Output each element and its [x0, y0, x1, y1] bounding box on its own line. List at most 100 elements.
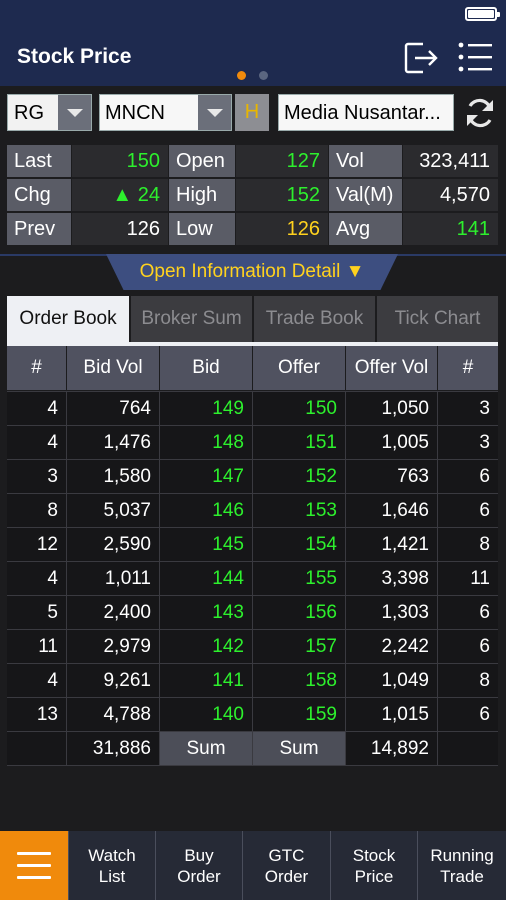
offer-vol-cell: 2,242 — [346, 630, 437, 664]
nav-buy-order[interactable]: Buy Order — [155, 831, 242, 900]
high-label: High — [169, 179, 235, 211]
bid-vol-cell: 4,788 — [67, 698, 159, 732]
total-offer-vol: 14,892 — [346, 732, 437, 766]
offer-count-cell: 11 — [438, 562, 498, 596]
nav-running-trade[interactable]: Running Trade — [417, 831, 506, 900]
status-bar — [0, 0, 506, 28]
tab-trade-book[interactable]: Trade Book — [254, 296, 375, 342]
chg-value: ▲ 24 — [72, 179, 168, 211]
company-name-field[interactable]: Media Nusantar... — [278, 94, 454, 131]
open-label: Open — [169, 145, 235, 177]
history-button[interactable]: H — [235, 94, 269, 131]
column-divider — [66, 392, 67, 766]
logout-icon[interactable] — [403, 41, 439, 75]
stock-selector-row: RG MNCN H Media Nusantar... — [0, 86, 506, 140]
avg-value: 141 — [403, 213, 498, 245]
offer-count-cell: 6 — [438, 630, 498, 664]
chevron-down-icon[interactable] — [198, 95, 231, 130]
bid-price-cell[interactable]: 148 — [160, 426, 252, 460]
bid-vol-cell: 1,580 — [67, 460, 159, 494]
bid-price-cell[interactable]: 140 — [160, 698, 252, 732]
bid-vol-cell: 5,037 — [67, 494, 159, 528]
offer-price-cell[interactable]: 158 — [253, 664, 345, 698]
offer-count-cell: 3 — [438, 426, 498, 460]
refresh-icon[interactable] — [462, 96, 498, 130]
stock-code-input[interactable]: MNCN — [99, 94, 232, 131]
nav-running-trade-label: Running Trade — [430, 845, 494, 886]
tab-tick-chart[interactable]: Tick Chart — [377, 296, 498, 342]
bid-price-cell[interactable]: 144 — [160, 562, 252, 596]
avg-label: Avg — [329, 213, 402, 245]
offer-vol-cell: 1,646 — [346, 494, 437, 528]
battery-icon — [465, 7, 500, 21]
offer-price-cell[interactable]: 151 — [253, 426, 345, 460]
info-toggle-area: Open Information Detail ▼ — [0, 250, 506, 290]
hamburger-icon — [17, 864, 51, 867]
offer-count-cell: 6 — [438, 460, 498, 494]
column-divider — [437, 392, 438, 766]
detail-tabs: Order Book Broker Sum Trade Book Tick Ch… — [7, 296, 498, 342]
page-dot-inactive — [259, 71, 268, 80]
offer-count-cell: 6 — [438, 596, 498, 630]
bottom-navigation: Watch List Buy Order GTC Order Stock Price Runni… — [0, 831, 506, 900]
column-divider — [159, 392, 160, 766]
menu-list-icon[interactable] — [457, 41, 493, 73]
offer-price-cell[interactable]: 150 — [253, 392, 345, 426]
open-information-detail-button[interactable]: Open Information Detail ▼ — [106, 254, 398, 290]
bid-price-cell[interactable]: 147 — [160, 460, 252, 494]
board-value: RG — [14, 102, 44, 124]
tab-broker-sum[interactable]: Broker Sum — [131, 296, 252, 342]
offer-count-cell: 8 — [438, 528, 498, 562]
bid-price-cell[interactable]: 143 — [160, 596, 252, 630]
nav-stock-price[interactable]: Stock Price — [330, 831, 417, 900]
price-stats-grid: Last 150 Chg ▲ 24 Prev 126 Open 127 High… — [7, 145, 498, 247]
bid-count-cell: 4 — [7, 392, 66, 426]
page-title: Stock Price — [17, 45, 132, 68]
page-indicator — [237, 71, 277, 81]
offer-price-cell[interactable]: 152 — [253, 460, 345, 494]
offer-vol-cell: 1,005 — [346, 426, 437, 460]
offer-price-cell[interactable]: 159 — [253, 698, 345, 732]
bid-vol-cell: 9,261 — [67, 664, 159, 698]
bid-count-cell: 3 — [7, 460, 66, 494]
valm-label: Val(M) — [329, 179, 402, 211]
total-empty-cell — [438, 732, 498, 766]
chevron-down-icon[interactable] — [58, 95, 91, 130]
offer-header: Offer — [253, 346, 345, 390]
stock-code-value: MNCN — [105, 102, 165, 124]
offer-price-cell[interactable]: 157 — [253, 630, 345, 664]
board-select[interactable]: RG — [7, 94, 92, 131]
bid-count-cell: 8 — [7, 494, 66, 528]
bid-vol-cell: 2,590 — [67, 528, 159, 562]
nav-gtc-order[interactable]: GTC Order — [242, 831, 330, 900]
bid-count-cell: 4 — [7, 426, 66, 460]
bid-price-cell[interactable]: 145 — [160, 528, 252, 562]
bid-vol-cell: 1,476 — [67, 426, 159, 460]
bid-price-cell[interactable]: 141 — [160, 664, 252, 698]
hamburger-icon — [17, 876, 51, 879]
offer-price-cell[interactable]: 155 — [253, 562, 345, 596]
bid-header: Bid — [160, 346, 252, 390]
offer-price-cell[interactable]: 156 — [253, 596, 345, 630]
bid-sum-label: Sum — [160, 732, 252, 766]
tab-order-book[interactable]: Order Book — [7, 296, 129, 342]
company-name-value: Media Nusantar... — [284, 102, 441, 124]
offer-vol-cell: 1,050 — [346, 392, 437, 426]
bid-vol-cell: 2,979 — [67, 630, 159, 664]
bid-count-cell: 4 — [7, 562, 66, 596]
low-label: Low — [169, 213, 235, 245]
offer-price-cell[interactable]: 153 — [253, 494, 345, 528]
offer-vol-cell: 1,303 — [346, 596, 437, 630]
column-divider — [345, 392, 346, 766]
last-label: Last — [7, 145, 71, 177]
nav-watch-list-label: Watch List — [88, 845, 136, 886]
nav-stock-price-label: Stock Price — [352, 845, 396, 886]
bid-price-cell[interactable]: 146 — [160, 494, 252, 528]
bid-price-cell[interactable]: 149 — [160, 392, 252, 426]
bid-price-cell[interactable]: 142 — [160, 630, 252, 664]
hamburger-menu-button[interactable] — [0, 831, 68, 900]
nav-watch-list[interactable]: Watch List — [68, 831, 155, 900]
offer-count-cell: 8 — [438, 664, 498, 698]
bid-count-header: # — [7, 346, 66, 390]
offer-price-cell[interactable]: 154 — [253, 528, 345, 562]
